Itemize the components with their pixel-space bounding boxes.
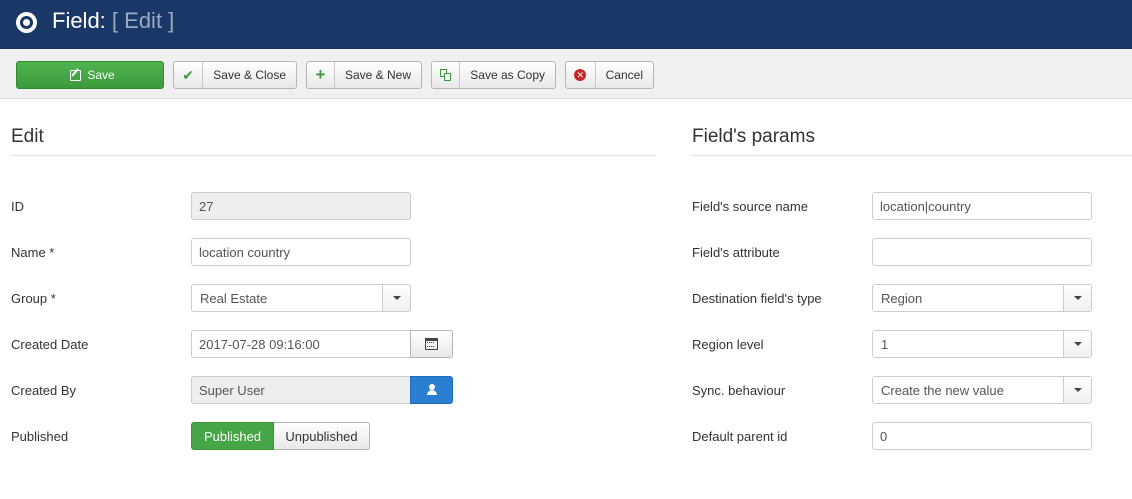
sync-select[interactable]: Create the new value bbox=[872, 376, 1092, 404]
parent-id-field[interactable]: 0 bbox=[872, 422, 1092, 450]
attribute-label: Field's attribute bbox=[692, 245, 780, 260]
page-title-mode: [ Edit ] bbox=[111, 8, 175, 33]
copy-icon bbox=[432, 62, 461, 88]
region-level-value: 1 bbox=[881, 336, 889, 352]
save-new-button[interactable]: + Save & New bbox=[306, 61, 422, 89]
save-close-button[interactable]: ✔ Save & Close bbox=[173, 61, 297, 89]
select-user-button[interactable] bbox=[410, 376, 453, 404]
user-icon bbox=[426, 384, 438, 396]
save-copy-label: Save as Copy bbox=[470, 68, 545, 82]
cancel-button[interactable]: ✕ Cancel bbox=[565, 61, 654, 89]
group-select[interactable]: Real Estate bbox=[191, 284, 411, 312]
params-section-divider bbox=[692, 155, 1132, 156]
created-date-label: Created Date bbox=[11, 337, 89, 352]
dest-type-label: Destination field's type bbox=[692, 291, 822, 306]
id-label: ID bbox=[11, 199, 24, 214]
edit-icon bbox=[65, 62, 85, 88]
published-option[interactable]: Published bbox=[191, 422, 274, 450]
group-select-value: Real Estate bbox=[200, 290, 268, 306]
chevron-down-icon[interactable] bbox=[1063, 377, 1091, 403]
name-label: Name * bbox=[11, 245, 55, 260]
save-button-label: Save bbox=[87, 68, 115, 82]
dest-type-select[interactable]: Region bbox=[872, 284, 1092, 312]
check-icon: ✔ bbox=[174, 62, 204, 88]
params-section-title: Field's params bbox=[692, 126, 815, 147]
created-by-label: Created By bbox=[11, 383, 77, 398]
region-level-select[interactable]: 1 bbox=[872, 330, 1092, 358]
chevron-down-icon[interactable] bbox=[1063, 285, 1091, 311]
page-title-text: Field: bbox=[52, 8, 106, 33]
plus-icon: + bbox=[307, 62, 335, 88]
name-field[interactable]: location country bbox=[191, 238, 411, 266]
created-date-field[interactable]: 2017-07-28 09:16:00 bbox=[191, 330, 411, 358]
source-name-field[interactable]: location|country bbox=[872, 192, 1092, 220]
edit-section-title: Edit bbox=[11, 126, 44, 147]
cancel-label: Cancel bbox=[605, 68, 643, 82]
dest-type-value: Region bbox=[881, 290, 923, 306]
save-new-label: Save & New bbox=[344, 68, 411, 82]
save-close-label: Save & Close bbox=[213, 68, 286, 82]
parent-id-label: Default parent id bbox=[692, 429, 788, 444]
cancel-icon: ✕ bbox=[566, 62, 596, 88]
attribute-field[interactable] bbox=[872, 238, 1092, 266]
save-button[interactable]: Save bbox=[16, 61, 164, 89]
edit-section-divider bbox=[11, 155, 656, 156]
app-header: Field: [ Edit ] bbox=[0, 0, 1132, 49]
calendar-icon bbox=[425, 338, 438, 350]
chevron-down-icon[interactable] bbox=[382, 285, 410, 311]
chevron-down-icon[interactable] bbox=[1063, 331, 1091, 357]
source-name-label: Field's source name bbox=[692, 199, 808, 214]
sync-value: Create the new value bbox=[881, 382, 1004, 398]
unpublished-option[interactable]: Unpublished bbox=[274, 422, 370, 450]
calendar-button[interactable] bbox=[410, 330, 453, 358]
region-level-label: Region level bbox=[692, 337, 764, 352]
page-title: Field: [ Edit ] bbox=[52, 8, 174, 34]
group-label: Group * bbox=[11, 291, 56, 306]
save-copy-button[interactable]: Save as Copy bbox=[431, 61, 556, 89]
joomla-logo-icon bbox=[16, 12, 37, 33]
toolbar: Save ✔ Save & Close + Save & New Save as… bbox=[0, 49, 1132, 99]
published-label: Published bbox=[11, 429, 69, 444]
id-field: 27 bbox=[191, 192, 411, 220]
sync-label: Sync. behaviour bbox=[692, 383, 786, 398]
created-by-field: Super User bbox=[191, 376, 411, 404]
